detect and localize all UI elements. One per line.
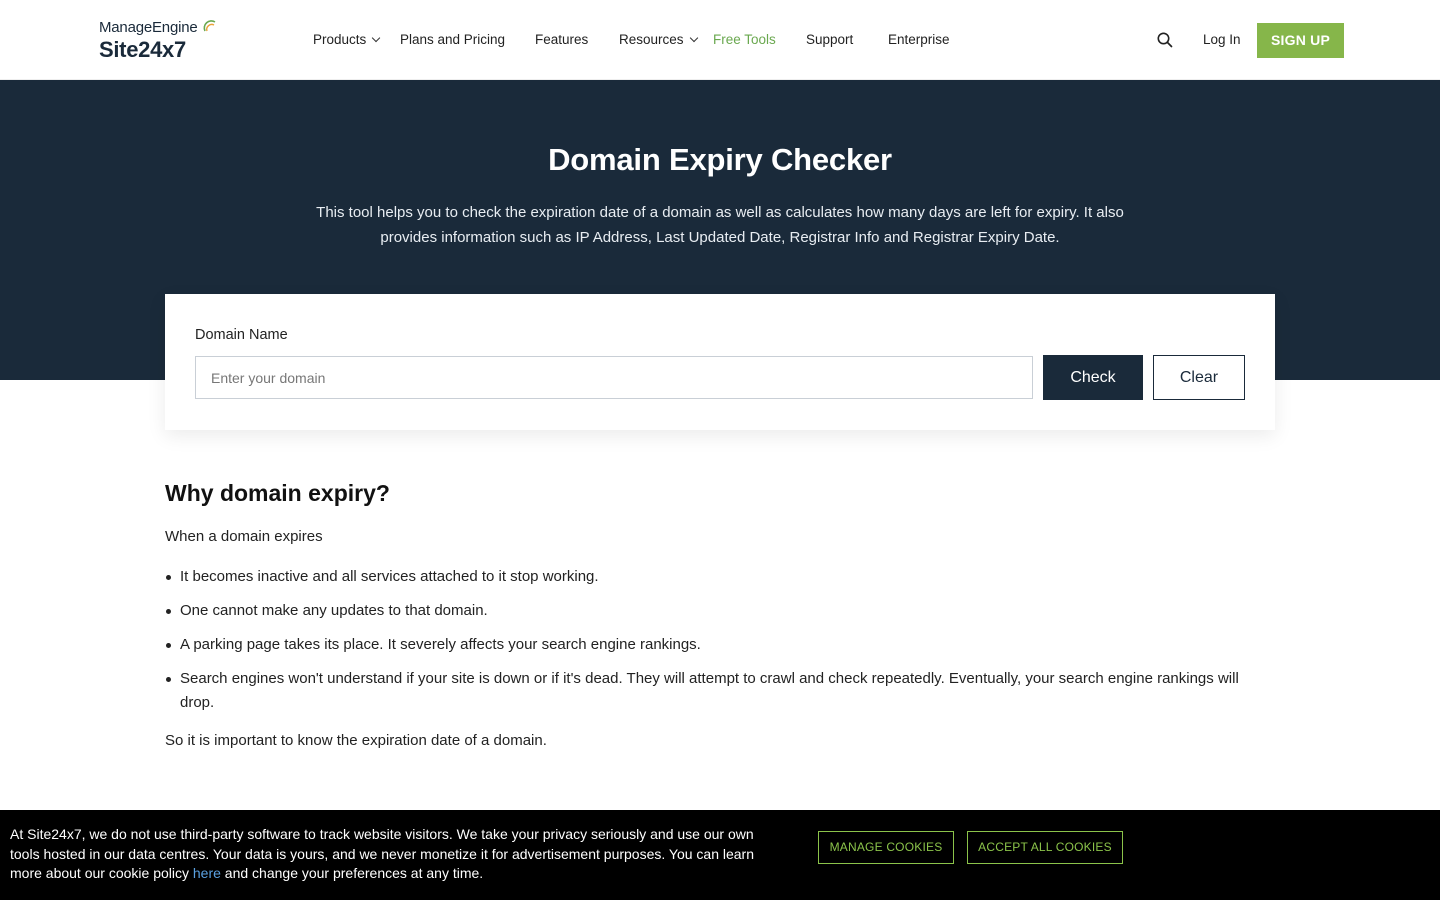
manage-cookies-button[interactable]: MANAGE COOKIES: [818, 831, 954, 864]
site-header: ManageEngine Site24x7 Products Plans and…: [0, 0, 1440, 80]
nav-products-label: Products: [313, 32, 367, 47]
cookie-text-end: and change your preferences at any time.: [220, 865, 484, 881]
nav-plans-pricing[interactable]: Plans and Pricing: [400, 30, 505, 50]
clear-button[interactable]: Clear: [1153, 355, 1245, 400]
domain-name-label: Domain Name: [195, 327, 288, 343]
list-item: Search engines won't understand if your …: [166, 667, 1275, 715]
list-item: One cannot make any updates to that doma…: [166, 599, 1275, 623]
section-intro: When a domain expires: [165, 528, 323, 545]
site24x7-logo[interactable]: ManageEngine Site24x7: [99, 19, 219, 65]
logo-arc-icon: [203, 20, 216, 32]
section-outro: So it is important to know the expiratio…: [165, 732, 547, 749]
accept-all-cookies-button[interactable]: ACCEPT ALL COOKIES: [967, 831, 1123, 864]
hero-description: This tool helps you to check the expirat…: [316, 204, 1124, 246]
chevron-down-icon: [372, 33, 381, 43]
nav-free-tools[interactable]: Free Tools: [713, 30, 776, 50]
login-link[interactable]: Log In: [1203, 30, 1241, 50]
cookie-message: At Site24x7, we do not use third-party s…: [10, 825, 760, 884]
nav-support[interactable]: Support: [806, 30, 853, 50]
nav-products[interactable]: Products: [313, 30, 381, 50]
domain-input[interactable]: [195, 356, 1033, 399]
main-content: Why domain expiry? When a domain expires…: [165, 478, 1275, 752]
nav-resources[interactable]: Resources: [619, 30, 698, 50]
domain-check-form: Domain Name Check Clear: [165, 294, 1275, 430]
cookie-policy-link[interactable]: here: [193, 865, 221, 881]
logo-manageengine-text: ManageEngine: [99, 19, 198, 36]
section-heading: Why domain expiry?: [165, 480, 390, 506]
nav-enterprise[interactable]: Enterprise: [888, 30, 950, 50]
logo-site24x7-text: Site24x7: [99, 37, 186, 62]
search-icon[interactable]: [1156, 31, 1174, 49]
list-item: It becomes inactive and all services att…: [166, 565, 1275, 589]
expiry-consequences-list: It becomes inactive and all services att…: [165, 565, 1275, 715]
page-title: Domain Expiry Checker: [548, 142, 892, 177]
cookie-banner: At Site24x7, we do not use third-party s…: [0, 810, 1440, 900]
chevron-down-icon: [689, 33, 698, 43]
nav-features[interactable]: Features: [535, 30, 588, 50]
signup-button[interactable]: SIGN UP: [1257, 23, 1344, 58]
list-item: A parking page takes its place. It sever…: [166, 633, 1275, 657]
nav-resources-label: Resources: [619, 32, 684, 47]
check-button[interactable]: Check: [1043, 355, 1143, 400]
